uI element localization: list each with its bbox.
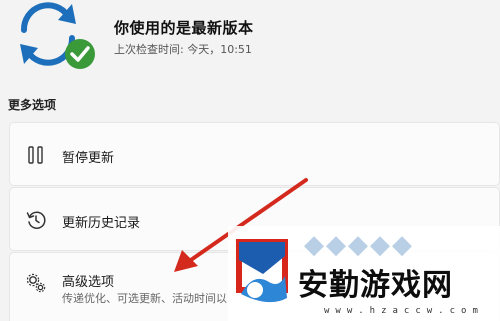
update-status-panel: 你使用的是最新版本 上次检查时间: 今天，10:51 [0,0,500,92]
watermark-url: www.hzaccw.com [324,306,484,316]
sync-check-icon [20,2,95,69]
watermark-title-ghost: ◆◆◆◆◆ [304,230,414,260]
status-title: 你使用的是最新版本 [114,19,254,37]
pause-icon [28,146,43,164]
more-options-heading: 更多选项 [8,98,57,112]
last-checked-text: 上次检查时间: 今天，10:51 [114,43,252,56]
watermark-title: 安勤游戏网 [298,268,453,303]
advanced-options-description: 传递优化、可选更新、活动时间以 [62,292,227,305]
pause-updates-label: 暂停更新 [62,151,115,166]
update-history-label: 更新历史记录 [62,216,141,231]
advanced-options-label: 高级选项 [62,275,115,290]
gears-icon [26,273,46,293]
site-watermark: ◆◆◆◆◆ 安勤游戏网 www.hzaccw.com [228,226,500,321]
history-icon [26,211,46,229]
watermark-logo-icon [236,239,288,303]
